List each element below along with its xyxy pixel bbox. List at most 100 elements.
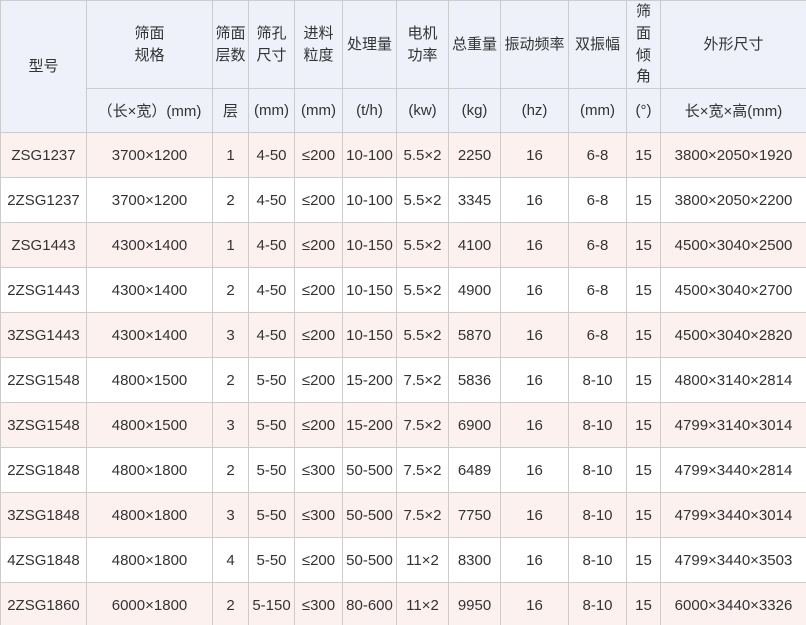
table-cell: 4500×3040×2500 <box>661 223 806 268</box>
table-row: 2ZSG1237 3700×1200 2 4-50 ≤200 10-100 5.… <box>1 178 806 223</box>
table-header: 型号 筛面 规格 筛面 层数 筛孔 尺寸 进料 粒度 处理量 电机 功率 总重量… <box>1 1 806 133</box>
table-cell: 15 <box>627 133 661 178</box>
table-cell: 50-500 <box>343 493 397 538</box>
table-cell: 4-50 <box>249 268 295 313</box>
table-cell: 6489 <box>449 448 501 493</box>
unit-screen-spec: （长×宽）(mm) <box>87 89 213 133</box>
table-cell: 4799×3440×3503 <box>661 538 806 583</box>
unit-deck-count: 层 <box>213 89 249 133</box>
col-header-mesh-size: 筛孔 尺寸 <box>249 1 295 89</box>
table-cell: 16 <box>501 178 569 223</box>
table-cell: 3700×1200 <box>87 178 213 223</box>
table-cell: 16 <box>501 358 569 403</box>
table-cell: 4300×1400 <box>87 313 213 358</box>
col-header-overall-dimensions: 外形尺寸 <box>661 1 806 89</box>
table-cell: 5.5×2 <box>397 313 449 358</box>
table-cell: 5-50 <box>249 403 295 448</box>
header-row-labels: 型号 筛面 规格 筛面 层数 筛孔 尺寸 进料 粒度 处理量 电机 功率 总重量… <box>1 1 806 89</box>
table-cell: 3 <box>213 493 249 538</box>
table-cell: 50-500 <box>343 448 397 493</box>
col-header-double-amplitude: 双振幅 <box>569 1 627 89</box>
table-cell: 5.5×2 <box>397 223 449 268</box>
table-row: 3ZSG1443 4300×1400 3 4-50 ≤200 10-150 5.… <box>1 313 806 358</box>
table-cell: ≤300 <box>295 448 343 493</box>
unit-double-amplitude: (mm) <box>569 89 627 133</box>
model-cell: 2ZSG1848 <box>1 448 87 493</box>
col-header-deck-count: 筛面 层数 <box>213 1 249 89</box>
table-cell: 4799×3140×3014 <box>661 403 806 448</box>
table-cell: ≤200 <box>295 313 343 358</box>
table-cell: ≤200 <box>295 178 343 223</box>
table-cell: 16 <box>501 448 569 493</box>
unit-total-weight: (kg) <box>449 89 501 133</box>
table-cell: 8-10 <box>569 538 627 583</box>
table-cell: 4799×3440×3014 <box>661 493 806 538</box>
table-cell: 15 <box>627 268 661 313</box>
table-cell: 4900 <box>449 268 501 313</box>
table-cell: 6-8 <box>569 133 627 178</box>
table-cell: 11×2 <box>397 538 449 583</box>
table-cell: 10-100 <box>343 178 397 223</box>
table-cell: 5-50 <box>249 358 295 403</box>
table-cell: 4-50 <box>249 223 295 268</box>
table-cell: 3345 <box>449 178 501 223</box>
table-cell: 2 <box>213 178 249 223</box>
unit-motor-power: (kw) <box>397 89 449 133</box>
table-cell: 6000×3440×3326 <box>661 583 806 625</box>
table-cell: 2250 <box>449 133 501 178</box>
header-row-units: （长×宽）(mm) 层 (mm) (mm) (t/h) (kw) (kg) (h… <box>1 89 806 133</box>
table-cell: 10-100 <box>343 133 397 178</box>
table-cell: ≤300 <box>295 493 343 538</box>
table-cell: 5.5×2 <box>397 178 449 223</box>
table-cell: 4800×1800 <box>87 448 213 493</box>
table-cell: ≤200 <box>295 358 343 403</box>
unit-capacity: (t/h) <box>343 89 397 133</box>
table-cell: 1 <box>213 223 249 268</box>
table-cell: 8300 <box>449 538 501 583</box>
table-cell: 6-8 <box>569 223 627 268</box>
spec-table: 型号 筛面 规格 筛面 层数 筛孔 尺寸 进料 粒度 处理量 电机 功率 总重量… <box>0 0 806 625</box>
table-cell: 5-150 <box>249 583 295 625</box>
table-cell: 16 <box>501 403 569 448</box>
table-cell: 4-50 <box>249 313 295 358</box>
table-cell: ≤200 <box>295 133 343 178</box>
table-cell: 16 <box>501 223 569 268</box>
table-row: 3ZSG1548 4800×1500 3 5-50 ≤200 15-200 7.… <box>1 403 806 448</box>
table-cell: 16 <box>501 313 569 358</box>
table-cell: 15 <box>627 538 661 583</box>
model-cell: ZSG1237 <box>1 133 87 178</box>
table-cell: 2 <box>213 358 249 403</box>
unit-vibration-frequency: (hz) <box>501 89 569 133</box>
table-cell: 15-200 <box>343 358 397 403</box>
table-cell: 5-50 <box>249 448 295 493</box>
table-cell: 6-8 <box>569 313 627 358</box>
model-cell: ZSG1443 <box>1 223 87 268</box>
table-cell: 4800×3140×2814 <box>661 358 806 403</box>
table-cell: 4800×1500 <box>87 358 213 403</box>
table-cell: 15 <box>627 313 661 358</box>
table-cell: 4799×3440×2814 <box>661 448 806 493</box>
table-cell: 4 <box>213 538 249 583</box>
table-cell: 4500×3040×2820 <box>661 313 806 358</box>
table-cell: 15 <box>627 583 661 625</box>
table-cell: 3800×2050×1920 <box>661 133 806 178</box>
model-cell: 3ZSG1848 <box>1 493 87 538</box>
table-cell: 16 <box>501 268 569 313</box>
table-cell: 16 <box>501 583 569 625</box>
table-cell: 2 <box>213 583 249 625</box>
table-cell: 6900 <box>449 403 501 448</box>
table-cell: 4-50 <box>249 178 295 223</box>
table-cell: 8-10 <box>569 583 627 625</box>
table-row: 4ZSG1848 4800×1800 4 5-50 ≤200 50-500 11… <box>1 538 806 583</box>
col-header-motor-power: 电机 功率 <box>397 1 449 89</box>
table-cell: 8-10 <box>569 403 627 448</box>
col-header-capacity: 处理量 <box>343 1 397 89</box>
table-cell: 9950 <box>449 583 501 625</box>
table-cell: ≤200 <box>295 223 343 268</box>
table-cell: 7.5×2 <box>397 358 449 403</box>
table-cell: 15-200 <box>343 403 397 448</box>
table-cell: 15 <box>627 448 661 493</box>
table-cell: 16 <box>501 538 569 583</box>
table-cell: 5870 <box>449 313 501 358</box>
table-cell: 80-600 <box>343 583 397 625</box>
